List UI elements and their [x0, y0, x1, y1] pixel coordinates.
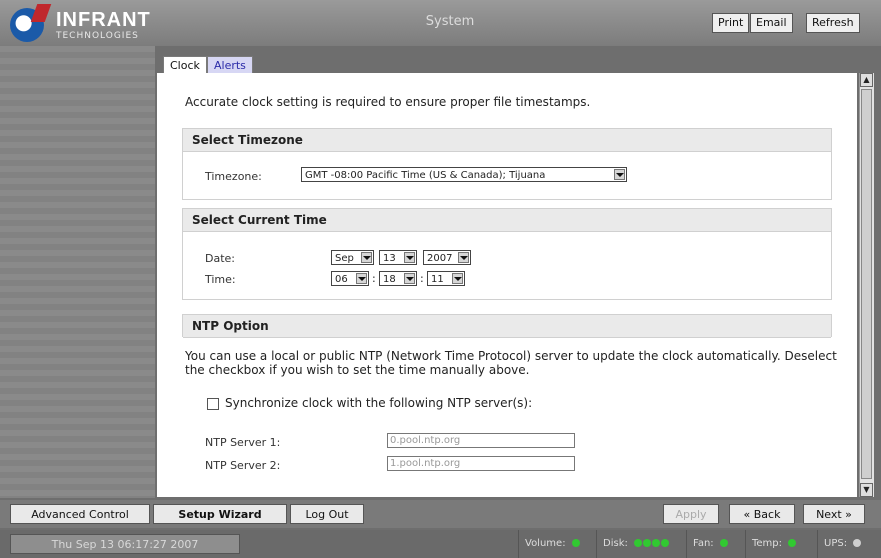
minute-select[interactable]: 18: [379, 271, 417, 286]
chevron-down-icon: [458, 252, 469, 263]
ntp-section-title: NTP Option: [183, 315, 831, 338]
minute-value: 18: [383, 274, 396, 285]
volume-status[interactable]: Volume:: [518, 530, 580, 558]
month-value: Sep: [335, 253, 354, 264]
setup-wizard-button[interactable]: Setup Wizard: [153, 504, 287, 524]
chevron-down-icon: [361, 252, 372, 263]
log-out-button[interactable]: Log Out: [290, 504, 364, 524]
year-select[interactable]: 2007: [423, 250, 471, 265]
infrant-logo: INFRANT TECHNOLOGIES: [10, 6, 160, 42]
timezone-select[interactable]: GMT -08:00 Pacific Time (US & Canada); T…: [301, 167, 627, 182]
fan-status-label: Fan:: [693, 538, 714, 549]
time-label: Time:: [205, 273, 236, 286]
ntp-sync-label[interactable]: Synchronize clock with the following NTP…: [225, 396, 532, 410]
ntp-description: You can use a local or public NTP (Netwo…: [185, 349, 837, 377]
ntp-server1-input[interactable]: 0.pool.ntp.org: [387, 433, 575, 448]
temp-led-icon: [788, 539, 797, 547]
content-panel: Accurate clock setting is required to en…: [157, 73, 857, 497]
ntp-server1-label: NTP Server 1:: [205, 436, 281, 449]
logo-name: INFRANT: [56, 9, 151, 31]
time-separator: :: [420, 272, 424, 285]
disk-status[interactable]: Disk:: [596, 530, 670, 558]
bottom-bar: Advanced Control Setup Wizard Log Out Ap…: [0, 500, 881, 528]
scroll-up-icon[interactable]: ▲: [860, 73, 873, 87]
ntp-server2-label: NTP Server 2:: [205, 459, 281, 472]
back-button[interactable]: « Back: [729, 504, 795, 524]
timezone-section-title: Select Timezone: [183, 129, 831, 152]
scroll-down-icon[interactable]: ▼: [860, 483, 873, 497]
chevron-down-icon: [404, 252, 415, 263]
logo-mark-icon: [10, 8, 44, 42]
disk-status-label: Disk:: [603, 538, 628, 549]
sidebar: [0, 46, 155, 498]
second-value: 11: [431, 274, 444, 285]
email-button[interactable]: Email: [750, 13, 793, 33]
ntp-server2-input[interactable]: 1.pool.ntp.org: [387, 456, 575, 471]
timezone-section: Select Timezone Timezone: GMT -08:00 Pac…: [182, 128, 832, 200]
print-button[interactable]: Print: [712, 13, 750, 33]
tab-alerts[interactable]: Alerts: [207, 56, 253, 74]
refresh-button[interactable]: Refresh: [806, 13, 860, 33]
status-bar: Thu Sep 13 06:17:27 2007 Volume: Disk: F…: [0, 530, 881, 558]
disk-led-icon: [661, 539, 670, 547]
content-scrollbar[interactable]: ▲ ▼: [859, 73, 874, 497]
scroll-thumb[interactable]: [861, 89, 872, 479]
current-time-section-title: Select Current Time: [183, 209, 831, 232]
page-title: System: [425, 14, 475, 29]
ntp-sync-checkbox[interactable]: [207, 398, 219, 410]
timezone-value: GMT -08:00 Pacific Time (US & Canada); T…: [305, 170, 546, 181]
hour-select[interactable]: 06: [331, 271, 369, 286]
ntp-section: NTP Option: [182, 314, 832, 338]
hour-value: 06: [335, 274, 348, 285]
apply-button[interactable]: Apply: [663, 504, 719, 524]
system-datetime: Thu Sep 13 06:17:27 2007: [10, 534, 240, 554]
header: INFRANT TECHNOLOGIES System Print Email …: [0, 0, 881, 46]
chevron-down-icon: [356, 273, 367, 284]
time-separator: :: [372, 272, 376, 285]
ups-status-label: UPS:: [824, 538, 848, 549]
tab-clock[interactable]: Clock: [163, 56, 207, 74]
timezone-label: Timezone:: [205, 170, 262, 183]
fan-led-icon: [719, 539, 728, 547]
chevron-down-icon: [452, 273, 463, 284]
chevron-down-icon: [404, 273, 415, 284]
advanced-control-button[interactable]: Advanced Control: [10, 504, 150, 524]
disk-led-icon: [643, 539, 652, 547]
fan-status[interactable]: Fan:: [686, 530, 728, 558]
temp-status-label: Temp:: [752, 538, 783, 549]
day-value: 13: [383, 253, 396, 264]
temp-status[interactable]: Temp:: [745, 530, 797, 558]
current-time-section: Select Current Time Date: Sep 13 2007 Ti…: [182, 208, 832, 300]
volume-led-icon: [571, 539, 580, 547]
disk-led-icon: [634, 539, 643, 547]
year-value: 2007: [427, 253, 453, 264]
volume-status-label: Volume:: [525, 538, 566, 549]
intro-text: Accurate clock setting is required to en…: [185, 95, 591, 109]
day-select[interactable]: 13: [379, 250, 417, 265]
chevron-down-icon: [614, 169, 625, 180]
disk-led-icon: [652, 539, 661, 547]
date-label: Date:: [205, 252, 235, 265]
next-button[interactable]: Next »: [803, 504, 865, 524]
ups-status[interactable]: UPS:: [817, 530, 862, 558]
second-select[interactable]: 11: [427, 271, 465, 286]
logo-subtitle: TECHNOLOGIES: [56, 31, 139, 41]
ups-led-icon: [853, 539, 862, 547]
month-select[interactable]: Sep: [331, 250, 374, 265]
